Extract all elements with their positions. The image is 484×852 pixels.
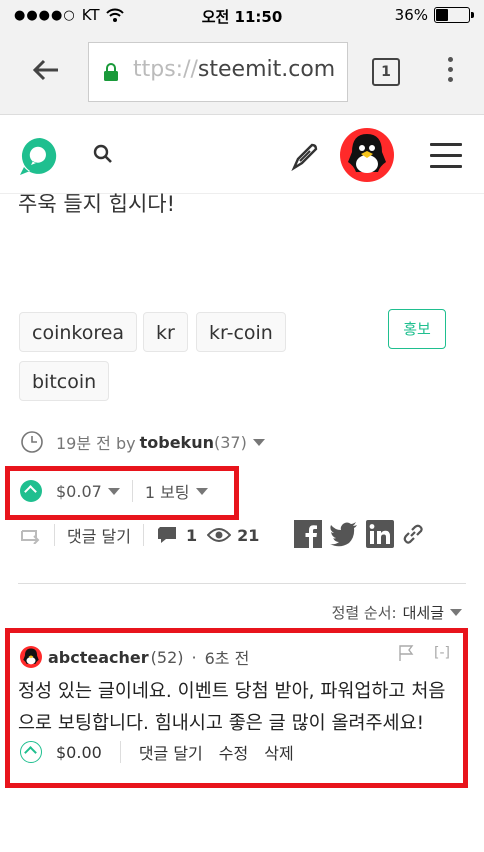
- commenter-name[interactable]: abcteacher: [48, 648, 149, 667]
- tab-switcher-button[interactable]: 1: [372, 58, 400, 86]
- collapse-button[interactable]: [-]: [434, 645, 450, 661]
- view-count: 21: [237, 525, 260, 545]
- comment-delete-link[interactable]: 삭제: [264, 740, 293, 764]
- post-time: 19분 전 by: [56, 434, 136, 453]
- author-dropdown-icon[interactable]: [252, 438, 265, 446]
- facebook-icon[interactable]: [294, 520, 322, 548]
- comment-count[interactable]: 1: [186, 526, 197, 545]
- comment-actions: $0.00 댓글 달기 수정 삭제: [20, 740, 310, 764]
- write-post-icon[interactable]: [290, 141, 320, 171]
- post-actions: 댓글 달기 1 21: [20, 523, 259, 547]
- battery-percent: 36%: [394, 6, 428, 24]
- comment-payout[interactable]: $0.00: [56, 743, 102, 762]
- payout-value[interactable]: $0.07: [56, 482, 102, 501]
- battery-icon: [434, 7, 474, 23]
- divider: [142, 524, 144, 546]
- post-meta: 19분 전 by tobekun (37): [20, 430, 265, 454]
- comment-tools: [-]: [398, 645, 450, 661]
- status-bar: ●●●●○ KT 오전 11:50 36%: [0, 0, 484, 32]
- lock-icon: [104, 63, 118, 81]
- url-prefix: ttps://: [133, 57, 198, 82]
- commenter-rep: (52): [150, 647, 184, 667]
- twitter-icon[interactable]: [330, 521, 358, 547]
- linkedin-icon[interactable]: [366, 520, 394, 548]
- section-divider: [18, 583, 466, 584]
- clock-icon: [21, 431, 43, 453]
- hamburger-menu-icon[interactable]: [430, 143, 462, 169]
- vote-count[interactable]: 1 보팅: [145, 479, 190, 503]
- reblog-icon[interactable]: [20, 526, 42, 544]
- tag-bitcoin[interactable]: bitcoin: [19, 361, 110, 401]
- sort-dropdown-icon[interactable]: [450, 609, 462, 616]
- sort-control[interactable]: 정렬 순서: 대세글: [332, 602, 462, 623]
- payout-dropdown-icon[interactable]: [107, 487, 120, 495]
- link-icon[interactable]: [402, 523, 424, 545]
- comment-upvote-icon[interactable]: [20, 741, 42, 763]
- post-body-text: 주욱 들지 힙시다!: [18, 192, 176, 216]
- meta-separator: ·: [191, 647, 197, 667]
- comment-reply-link[interactable]: 댓글 달기: [139, 740, 203, 764]
- address-bar[interactable]: ttps://steemit.com: [88, 42, 348, 102]
- share-buttons: [294, 520, 424, 548]
- browser-toolbar: ttps://steemit.com 1: [0, 32, 484, 115]
- status-right: 36%: [394, 6, 474, 24]
- tag-kr[interactable]: kr: [143, 312, 188, 352]
- comment-body: 정성 있는 글이네요. 이벤트 당첨 받아, 파워업하고 처음으로 보팅합니다.…: [18, 681, 446, 734]
- search-icon[interactable]: [92, 143, 114, 165]
- comment-time[interactable]: 6초 전: [205, 645, 250, 669]
- tag-kr-coin[interactable]: kr-coin: [196, 312, 286, 352]
- votes-dropdown-icon[interactable]: [195, 487, 208, 495]
- divider: [131, 480, 133, 502]
- comment-icon[interactable]: [156, 525, 178, 545]
- divider: [54, 524, 55, 546]
- upvote-icon[interactable]: [20, 480, 42, 502]
- url-text[interactable]: ttps://steemit.com: [133, 57, 341, 82]
- back-arrow-icon[interactable]: [28, 52, 64, 88]
- steemit-logo-icon[interactable]: [18, 134, 62, 178]
- commenter-avatar[interactable]: [20, 646, 42, 668]
- comment-header: abcteacher (52) · 6초 전: [20, 645, 249, 669]
- vote-row: $0.07 1 보팅: [20, 479, 208, 503]
- flag-icon[interactable]: [398, 645, 414, 661]
- comment-edit-link[interactable]: 수정: [219, 740, 248, 764]
- post-author[interactable]: tobekun: [140, 433, 214, 452]
- promote-button[interactable]: 홍보: [388, 309, 446, 349]
- sort-label: 정렬 순서:: [331, 604, 397, 622]
- post-author-rep: (37): [213, 432, 247, 452]
- site-header: [0, 115, 484, 194]
- eye-icon: [207, 528, 232, 542]
- divider: [119, 741, 121, 763]
- browser-menu-icon[interactable]: [446, 54, 454, 86]
- reply-link[interactable]: 댓글 달기: [67, 523, 131, 547]
- tag-coinkorea[interactable]: coinkorea: [19, 312, 138, 352]
- url-domain: steemit.com: [197, 57, 336, 82]
- sort-value[interactable]: 대세글: [403, 602, 444, 623]
- user-avatar[interactable]: [340, 128, 394, 182]
